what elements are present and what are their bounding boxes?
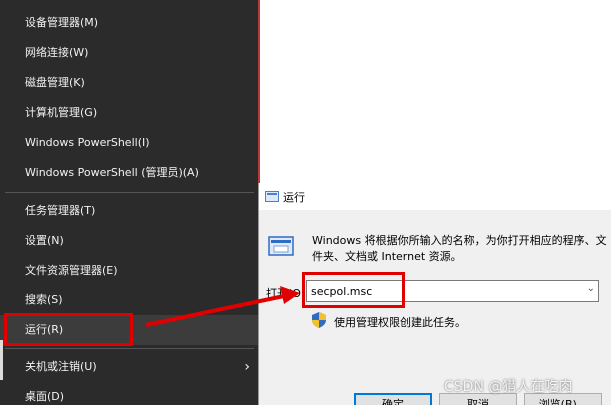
run-window-icon xyxy=(265,191,279,202)
admin-note: 使用管理权限创建此任务。 xyxy=(334,316,466,329)
window-edge xyxy=(0,340,3,380)
menu-item-powershell[interactable]: Windows PowerShell(I) xyxy=(0,128,258,158)
menu-item-desktop[interactable]: 桌面(D) xyxy=(0,382,258,405)
uac-shield-icon xyxy=(312,312,326,328)
desktop-background xyxy=(258,0,611,183)
menu-item-device-manager[interactable]: 设备管理器(M) xyxy=(0,8,258,38)
chevron-down-icon[interactable]: ⌄ xyxy=(587,283,595,294)
menu-item-task-manager[interactable]: 任务管理器(T) xyxy=(0,196,258,226)
menu-separator xyxy=(5,192,254,193)
menu-item-shutdown-label: 关机或注销(U) xyxy=(25,360,97,373)
menu-item-file-explorer[interactable]: 文件资源管理器(E) xyxy=(0,256,258,286)
menu-item-search[interactable]: 搜索(S) xyxy=(0,285,258,315)
highlight-box-run xyxy=(4,313,133,346)
chevron-right-icon: › xyxy=(244,359,250,375)
run-dialog-title: 运行 xyxy=(283,191,305,204)
menu-item-powershell-admin[interactable]: Windows PowerShell (管理员)(A) xyxy=(0,158,258,188)
menu-item-settings[interactable]: 设置(N) xyxy=(0,226,258,256)
ok-button[interactable]: 确定 xyxy=(354,393,432,405)
run-description: Windows 将根据你所输入的名称，为你打开相应的程序、文件夹、文档或 Int… xyxy=(312,234,607,263)
run-program-icon xyxy=(268,236,294,256)
menu-item-network-connections[interactable]: 网络连接(W) xyxy=(0,38,258,68)
menu-separator xyxy=(5,348,254,349)
menu-item-disk-management[interactable]: 磁盘管理(K) xyxy=(0,68,258,98)
menu-item-computer-management[interactable]: 计算机管理(G) xyxy=(0,98,258,128)
menu-item-shutdown[interactable]: 关机或注销(U) › xyxy=(0,352,258,382)
watermark: CSDN @猎人在吃肉 xyxy=(444,379,573,395)
highlight-box-input xyxy=(302,272,405,308)
run-dialog-titlebar[interactable]: 运行 xyxy=(259,183,611,210)
